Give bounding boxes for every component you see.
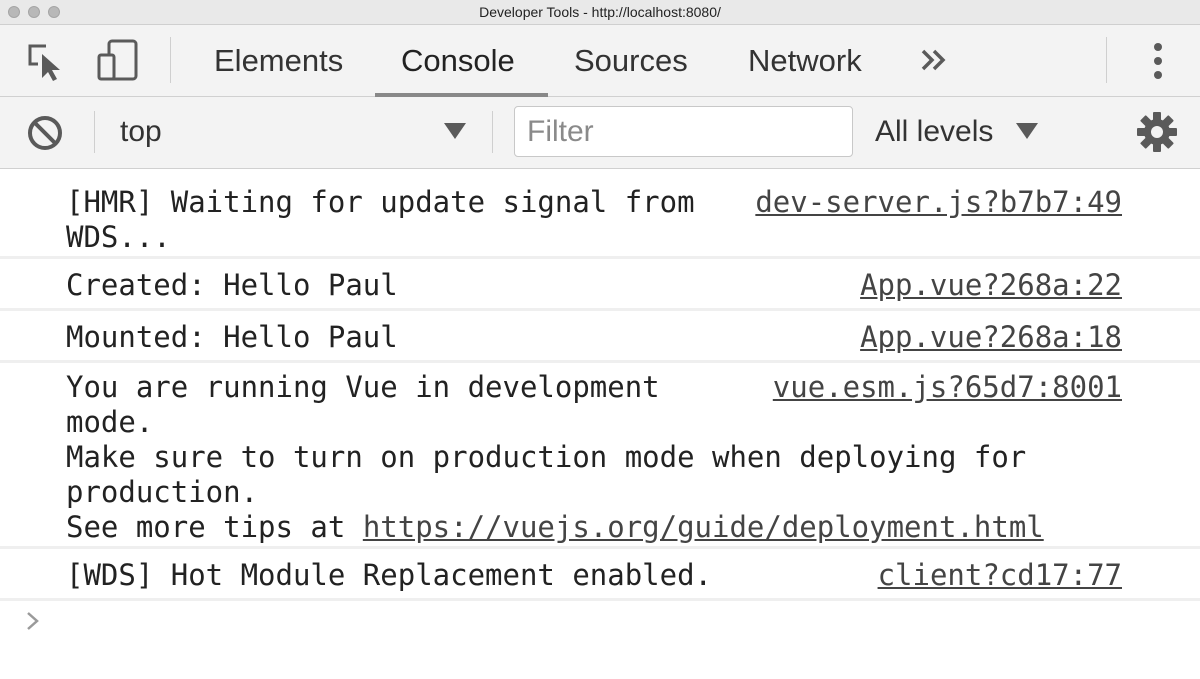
console-message: You are running Vue in development mode.…	[0, 363, 1200, 549]
tabbar-divider	[1106, 37, 1107, 83]
context-selector-value: top	[120, 115, 162, 148]
gear-icon[interactable]	[1136, 111, 1178, 158]
dropdown-arrow-icon	[1016, 123, 1038, 144]
toolbar-divider	[492, 111, 493, 153]
device-toolbar-icon[interactable]	[97, 39, 139, 88]
chevrons-right-icon[interactable]	[920, 47, 948, 78]
source-link[interactable]: client?cd17:77	[878, 558, 1122, 593]
source-link[interactable]: dev-server.js?b7b7:49	[755, 185, 1122, 220]
tab-sources[interactable]: Sources	[548, 43, 714, 97]
console-message: Mounted: Hello Paul App.vue?268a:18	[0, 311, 1200, 363]
console-toolbar: top All levels	[0, 97, 1200, 169]
vertical-dots-icon[interactable]	[1152, 42, 1164, 87]
tab-console[interactable]: Console	[375, 43, 548, 97]
toolbar-divider	[94, 111, 95, 153]
source-link[interactable]: App.vue?268a:22	[860, 268, 1122, 303]
console-message-text: Created: Hello Paul	[66, 268, 398, 302]
console-message: Created: Hello Paul App.vue?268a:22	[0, 259, 1200, 311]
tabbar-divider	[170, 37, 171, 83]
source-link[interactable]: vue.esm.js?65d7:8001	[773, 370, 1122, 405]
log-levels-label: All levels	[875, 115, 994, 148]
dropdown-arrow-icon	[444, 123, 466, 144]
console-message-text: [HMR] Waiting for update signal from WDS…	[66, 185, 695, 254]
console-output: [HMR] Waiting for update signal from WDS…	[0, 169, 1200, 679]
prompt-chevron-icon	[24, 612, 42, 637]
title-bar: Developer Tools - http://localhost:8080/	[0, 0, 1200, 25]
tab-network[interactable]: Network	[722, 43, 888, 97]
message-url-link[interactable]: https://vuejs.org/guide/deployment.html	[363, 510, 1044, 544]
panel-tabbar: Elements Console Sources Network	[0, 25, 1200, 97]
source-link[interactable]: App.vue?268a:18	[860, 320, 1122, 355]
window-title: Developer Tools - http://localhost:8080/	[479, 4, 721, 20]
filter-input[interactable]	[514, 106, 853, 157]
inspect-element-icon[interactable]	[26, 42, 66, 87]
console-message: [HMR] Waiting for update signal from WDS…	[0, 169, 1200, 259]
console-message-text: Mounted: Hello Paul	[66, 320, 398, 354]
console-message: [WDS] Hot Module Replacement enabled. cl…	[0, 549, 1200, 601]
clear-console-icon[interactable]	[26, 114, 64, 157]
console-prompt[interactable]	[24, 609, 42, 638]
tab-elements[interactable]: Elements	[188, 43, 369, 97]
console-message-text: [WDS] Hot Module Replacement enabled.	[66, 558, 713, 592]
